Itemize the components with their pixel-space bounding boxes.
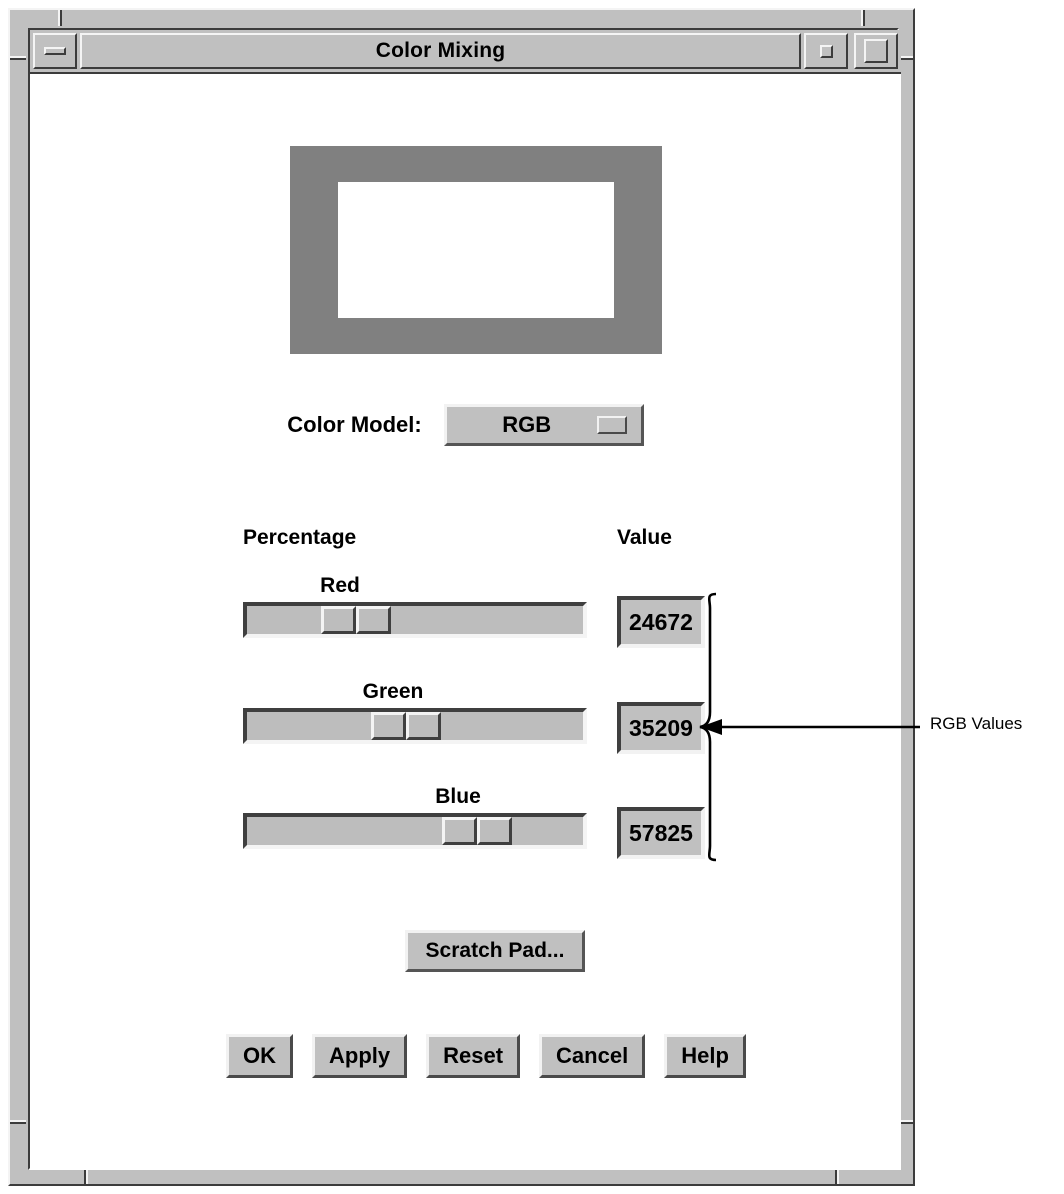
color-preview-swatch bbox=[290, 146, 662, 354]
frame-handle-separator-left-top-shadow bbox=[10, 58, 26, 60]
reset-button[interactable]: Reset bbox=[426, 1034, 521, 1078]
header-value: Value bbox=[617, 526, 672, 549]
value-field-blue[interactable]: 57825 bbox=[617, 807, 705, 859]
slider-thumb-green[interactable] bbox=[371, 712, 442, 740]
slider-thumb-half-right bbox=[355, 606, 391, 634]
minimize-button[interactable] bbox=[33, 33, 77, 69]
value-field-red[interactable]: 24672 bbox=[617, 596, 705, 648]
frame-handle-separator-bottom-left-shadow bbox=[84, 1168, 86, 1184]
channel-row-green: Green 35209 bbox=[30, 680, 901, 770]
header-percentage: Percentage bbox=[243, 526, 357, 549]
slider-label-green: Green bbox=[362, 680, 424, 703]
restore-button[interactable] bbox=[804, 33, 848, 69]
color-model-row: Color Model: RGB bbox=[30, 404, 901, 446]
frame-handle-separator-top-left-shadow bbox=[60, 10, 62, 26]
slider-thumb-half-left bbox=[441, 817, 477, 845]
slider-blue[interactable] bbox=[243, 813, 587, 849]
scratch-pad-button[interactable]: Scratch Pad... bbox=[405, 930, 585, 972]
slider-thumb-half-right bbox=[476, 817, 512, 845]
maximize-icon bbox=[864, 39, 888, 63]
slider-thumb-half-left bbox=[371, 712, 407, 740]
slider-thumb-blue[interactable] bbox=[441, 817, 512, 845]
application-window: Color Mixing Color Model: RGB Percentage… bbox=[8, 8, 915, 1186]
slider-thumb-half-right bbox=[406, 712, 442, 740]
maximize-button[interactable] bbox=[854, 33, 898, 69]
minimize-icon bbox=[44, 47, 66, 55]
slider-thumb-red[interactable] bbox=[320, 606, 391, 634]
cancel-button[interactable]: Cancel bbox=[539, 1034, 646, 1078]
frame-handle-separator-bottom-left[interactable] bbox=[86, 1168, 88, 1184]
color-model-option-menu[interactable]: RGB bbox=[443, 404, 644, 446]
frame-handle-separator-top-right-shadow bbox=[863, 10, 865, 26]
slider-green[interactable] bbox=[243, 708, 587, 744]
ok-button[interactable]: OK bbox=[226, 1034, 293, 1078]
frame-handle-separator-bottom-right[interactable] bbox=[837, 1168, 839, 1184]
color-preview-inner bbox=[338, 182, 614, 318]
slider-red[interactable] bbox=[243, 602, 587, 638]
channel-row-blue: Blue 57825 bbox=[30, 785, 901, 875]
frame-handle-separator-bottom-right-shadow bbox=[835, 1168, 837, 1184]
option-menu-indicator-icon bbox=[596, 416, 627, 434]
annotation-label-rgb-values: RGB Values bbox=[930, 714, 1023, 733]
color-model-selected-value: RGB bbox=[502, 412, 552, 437]
frame-handle-separator-left-bottom-shadow bbox=[10, 1122, 26, 1124]
title-bar-label-area: Color Mixing bbox=[80, 33, 801, 69]
color-model-label: Color Model: bbox=[287, 412, 422, 437]
window-title: Color Mixing bbox=[375, 39, 506, 62]
dialog-client-area: Color Model: RGB Percentage Value Red 24… bbox=[30, 72, 901, 1170]
slider-label-blue: Blue bbox=[435, 785, 481, 808]
title-bar[interactable]: Color Mixing bbox=[30, 30, 901, 72]
value-field-green[interactable]: 35209 bbox=[617, 702, 705, 754]
apply-button[interactable]: Apply bbox=[312, 1034, 408, 1078]
slider-label-red: Red bbox=[320, 574, 360, 597]
slider-thumb-half-left bbox=[320, 606, 356, 634]
action-button-row: OK Apply Reset Cancel Help bbox=[226, 1034, 746, 1078]
help-button[interactable]: Help bbox=[664, 1034, 746, 1078]
restore-icon bbox=[819, 44, 833, 58]
window-inner-frame: Color Mixing Color Model: RGB Percentage… bbox=[28, 28, 901, 1170]
channel-row-red: Red 24672 bbox=[30, 574, 901, 664]
